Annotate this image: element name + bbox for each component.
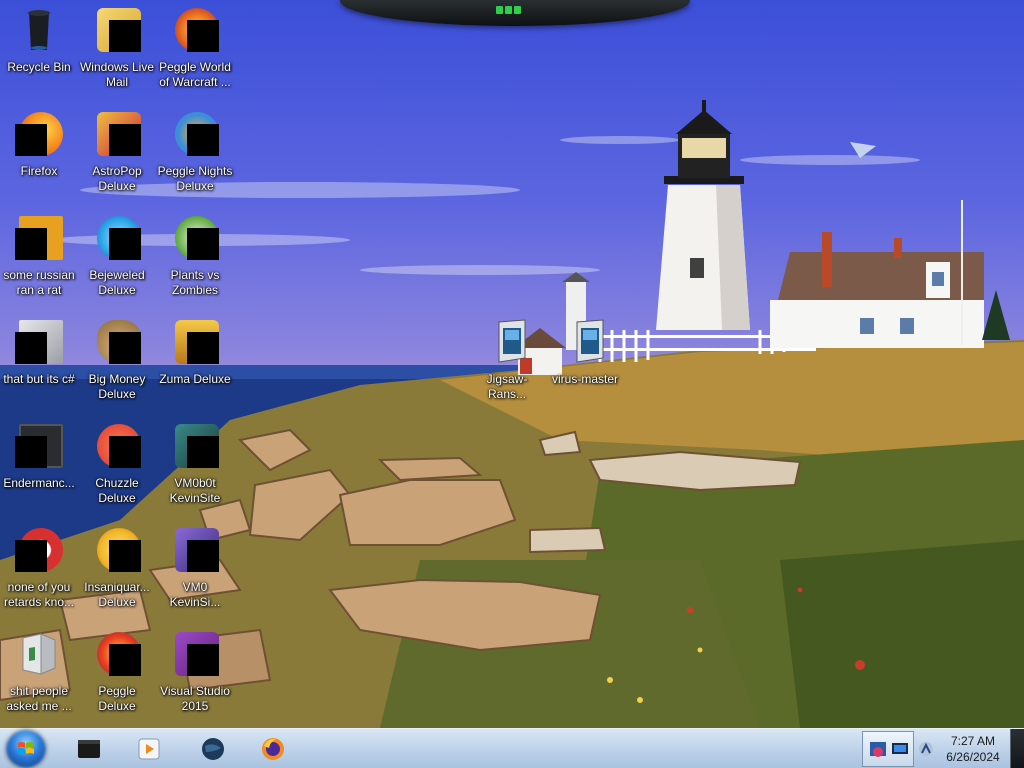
desktop-icon-endermanc[interactable]: Endermanc...	[0, 422, 78, 491]
icon-label: shit people asked me ...	[6, 684, 72, 713]
icon-label: Firefox	[20, 164, 58, 178]
icon-label: Endermanc...	[3, 476, 75, 490]
tray-monitor-icon	[892, 743, 908, 754]
desktop-icon-bejeweled-deluxe[interactable]: Bejeweled Deluxe	[78, 214, 156, 298]
tray-app-icon	[870, 742, 886, 757]
start-button[interactable]	[6, 730, 46, 768]
icon-label: none of you retards kno...	[3, 580, 75, 609]
desktop-icon-chuzzle-deluxe[interactable]: Chuzzle Deluxe	[78, 422, 156, 506]
bejeweled-icon	[93, 214, 141, 262]
desktop-icon-zuma-deluxe[interactable]: Zuma Deluxe	[156, 318, 234, 387]
desktop-icon-astropop-deluxe[interactable]: AstroPop Deluxe	[78, 110, 156, 194]
desktop-icon-peggle-world-of-warcraft[interactable]: Peggle World of Warcraft ...	[156, 6, 234, 90]
icon-label: Visual Studio 2015	[160, 684, 230, 713]
icon-label: Bejeweled Deluxe	[89, 268, 145, 297]
indicator-icon	[505, 6, 512, 14]
desktop-icon-recycle-bin[interactable]: Recycle Bin	[0, 6, 78, 75]
app-window-icon	[561, 318, 609, 366]
indicator-icon	[514, 6, 521, 14]
media-player-icon	[138, 738, 160, 760]
pine-tree	[982, 290, 1010, 340]
money-bag-icon	[93, 318, 141, 366]
desktop-icon-virus-master[interactable]: virus-master	[546, 318, 624, 387]
peggle-icon	[93, 630, 141, 678]
visual-studio-icon	[171, 630, 219, 678]
document-icon	[15, 214, 63, 262]
lighthouse	[656, 100, 750, 330]
icon-label: that but its c#	[3, 372, 75, 386]
taskbar-media-player-button[interactable]	[122, 731, 176, 767]
taskbar-firefox-button[interactable]	[246, 731, 300, 767]
icon-label: virus-master	[551, 372, 618, 386]
desktop-icon-plants-vs-zombies[interactable]: Plants vs Zombies	[156, 214, 234, 298]
desktop-icon-firefox[interactable]: Firefox	[0, 110, 78, 179]
plants-icon	[171, 214, 219, 262]
icon-label: Recycle Bin	[7, 60, 71, 74]
desktop-icon-peggle-nights-deluxe[interactable]: Peggle Nights Deluxe	[156, 110, 234, 194]
desktop-icon-big-money-deluxe[interactable]: Big Money Deluxe	[78, 318, 156, 402]
icon-label: Zuma Deluxe	[159, 372, 231, 386]
icon-label: some russian ran a rat	[3, 268, 75, 297]
icon-label: Windows Live Mail	[79, 60, 155, 89]
console-icon	[15, 422, 63, 470]
vm-icon	[171, 526, 219, 574]
astropop-icon	[93, 110, 141, 158]
system-clock[interactable]: 7:27 AM 6/26/2024	[940, 733, 1006, 765]
desktop-icon-windows-live-mail[interactable]: Windows Live Mail	[78, 6, 156, 90]
icon-label: Insaniquar... Deluxe	[84, 580, 150, 609]
desktop-icon-that-but-its-c[interactable]: that but its c#	[0, 318, 78, 387]
icon-label: Peggle Deluxe	[98, 684, 136, 713]
firefox-icon	[15, 110, 63, 158]
app-window-icon	[483, 318, 531, 366]
firefox-icon	[262, 738, 284, 760]
recycle-bin-icon	[15, 6, 63, 54]
taskbar-terminal-button[interactable]	[62, 731, 116, 767]
opera-icon	[15, 526, 63, 574]
icon-label: AstroPop Deluxe	[92, 164, 142, 193]
clock-date: 6/26/2024	[946, 750, 1000, 764]
globe-icon	[202, 738, 224, 760]
show-desktop-button[interactable]	[1010, 729, 1024, 768]
icon-label: Jigsaw-Rans...	[486, 372, 528, 401]
icon-label: Plants vs Zombies	[170, 268, 220, 297]
desktop-icon-vm0b0t-kevinsite[interactable]: VM0b0t KevinSite	[156, 422, 234, 506]
icon-label: Chuzzle Deluxe	[95, 476, 139, 505]
icon-label: VM0b0t KevinSite	[169, 476, 221, 505]
desktop-icon-vm0-kevinsi[interactable]: VM0 KevinSi...	[156, 526, 234, 610]
peggle-nights-icon	[171, 110, 219, 158]
zuma-icon	[171, 318, 219, 366]
peggle-icon	[171, 6, 219, 54]
terminal-icon	[78, 740, 100, 758]
mail-icon	[93, 6, 141, 54]
desktop-icon-none-of-you[interactable]: none of you retards kno...	[0, 526, 78, 610]
keepers-house	[770, 200, 984, 348]
desktop-icon-jigsaw-ransomware[interactable]: Jigsaw-Rans...	[468, 318, 546, 402]
icon-label: Big Money Deluxe	[88, 372, 146, 401]
network-icon[interactable]	[918, 741, 934, 757]
desktop-icon-visual-studio-2015[interactable]: Visual Studio 2015	[156, 630, 234, 714]
desktop-icon-insaniquarium-deluxe[interactable]: Insaniquar... Deluxe	[78, 526, 156, 610]
windows-logo-icon	[18, 742, 34, 754]
clock-time: 7:27 AM	[950, 734, 996, 748]
icon-label: Peggle Nights Deluxe	[157, 164, 233, 193]
icon-label: VM0 KevinSi...	[169, 580, 221, 609]
taskbar-globe-button[interactable]	[186, 731, 240, 767]
folder-open-icon	[15, 630, 63, 678]
desktop-icon-peggle-deluxe[interactable]: Peggle Deluxe	[78, 630, 156, 714]
icon-label: Peggle World of Warcraft ...	[159, 60, 231, 89]
vm-icon	[171, 422, 219, 470]
fish-icon	[93, 526, 141, 574]
taskbar: 7:27 AM 6/26/2024	[0, 728, 1024, 768]
chuzzle-icon	[93, 422, 141, 470]
indicator-icon	[496, 6, 503, 14]
desktop-icon-some-russian-ran-a-rat[interactable]: some russian ran a rat	[0, 214, 78, 298]
desktop-icon-shit-people-asked-me[interactable]: shit people asked me ...	[0, 630, 78, 714]
notification-tray[interactable]	[862, 731, 914, 767]
stack-icon	[15, 318, 63, 366]
